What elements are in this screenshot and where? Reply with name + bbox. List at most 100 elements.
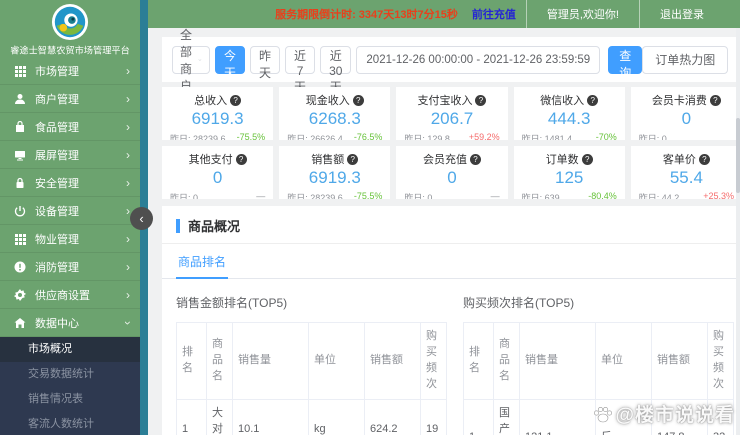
stat-yesterday: 昨日: 26626.4 <box>287 134 343 140</box>
recharge-link[interactable]: 前往充值 <box>472 6 516 22</box>
sidebar-item-label: 物业管理 <box>35 233 79 246</box>
sidebar-item-label: 消防管理 <box>35 261 79 274</box>
filter-bar: 全部商户 今天 昨天 近7天 近30天 2021-12-26 00:00:00 … <box>162 28 738 94</box>
home-icon <box>14 317 26 329</box>
submenu-item-market-overview[interactable]: 市场概况 <box>0 337 140 362</box>
stat-yesterday: 昨日: 0 <box>170 193 199 199</box>
stat-label: 现金收入 <box>305 95 350 107</box>
sidebar-item-label: 市场管理 <box>35 65 79 78</box>
stat-label: 会员充值 <box>422 154 467 166</box>
stat-card-wechat-income: 微信收入? 444.3 昨日: 1481.4 -70% <box>513 87 625 140</box>
stat-yesterday: 昨日: 0 <box>638 134 667 140</box>
submenu-item-transaction-stats[interactable]: 交易数据统计 <box>0 362 140 387</box>
sales-amount-ranking-block: 销售金额排名(TOP5) 排名 商品名 销售量 单位 销售额 购买频次 1 大对… <box>176 291 447 435</box>
sidebar-item-market[interactable]: 市场管理 › <box>0 57 140 85</box>
tab-goods-ranking[interactable]: 商品排名 <box>176 244 229 279</box>
stat-value: 0 <box>447 168 457 187</box>
chevron-down-icon: › <box>121 320 135 325</box>
col-rank: 排名 <box>176 322 207 400</box>
sidebar-item-security[interactable]: 安全管理 › <box>0 169 140 197</box>
section-title: 商品概况 <box>188 219 241 234</box>
stats-grid: 总收入? 6919.3 昨日: 28239.6 -75.5% 现金收入? 6268… <box>162 87 740 199</box>
chevron-right-icon: › <box>126 175 130 190</box>
service-countdown: 服务期限倒计时: 3347天13时7分15秒 <box>275 9 458 21</box>
help-icon[interactable]: ? <box>709 95 721 106</box>
stat-card-member-recharge: 会员充值? 0 昨日: 0 — <box>396 146 508 199</box>
sidebar-item-property[interactable]: 物业管理 › <box>0 225 140 253</box>
lock-icon <box>14 177 26 189</box>
sidebar-item-supplier[interactable]: 供应商设置 › <box>0 281 140 309</box>
quick-range-30days[interactable]: 近30天 <box>320 45 352 94</box>
help-icon[interactable]: ? <box>235 154 247 165</box>
watermark-text: @楼市说说看 <box>615 405 735 426</box>
quick-range-yesterday[interactable]: 昨天 <box>250 45 281 80</box>
stat-value: 125 <box>555 168 584 187</box>
table-row: 1 大对虾 10.1 kg 624.2 19 <box>176 398 447 435</box>
power-icon <box>14 205 26 217</box>
stat-delta: — <box>256 191 266 199</box>
help-icon[interactable]: ? <box>698 154 710 165</box>
sidebar-item-datacenter[interactable]: 数据中心 › <box>0 309 140 337</box>
stat-yesterday: 昨日: 639 <box>521 193 560 199</box>
stat-card-order-count: 订单数? 125 昨日: 639 -80.4% <box>513 146 625 199</box>
col-product: 商品名 <box>493 322 520 400</box>
stat-card-cash-income: 现金收入? 6268.3 昨日: 26626.4 -76.5% <box>279 87 391 140</box>
stat-yesterday: 昨日: 129.8 <box>404 134 450 140</box>
stat-value: 206.7 <box>430 109 474 128</box>
sidebar-item-label: 数据中心 <box>35 317 79 330</box>
col-unit: 单位 <box>308 322 365 400</box>
stat-yesterday: 昨日: 28239.6 <box>287 193 343 199</box>
chevron-right-icon: › <box>126 119 130 134</box>
sidebar-item-screen[interactable]: 展屏管理 › <box>0 141 140 169</box>
chevron-right-icon: › <box>126 147 130 162</box>
submenu-item-sales-report[interactable]: 销售情况表 <box>0 387 140 412</box>
stat-yesterday: 昨日: 0 <box>404 193 433 199</box>
stat-delta: — <box>490 191 500 199</box>
chevron-right-icon: › <box>126 91 130 106</box>
sidebar: 睿途士智慧农贸市场管理平台 市场管理 › 商户管理 › 食品管理 › 展屏管理 … <box>0 0 140 435</box>
col-unit: 单位 <box>595 322 652 400</box>
quick-range-7days[interactable]: 近7天 <box>285 45 316 94</box>
user-icon <box>14 93 26 105</box>
stat-label: 会员卡消费 <box>651 95 707 107</box>
sidebar-item-food[interactable]: 食品管理 › <box>0 113 140 141</box>
stat-value: 55.4 <box>669 168 703 187</box>
table-title: 销售金额排名(TOP5) <box>176 296 288 310</box>
sidebar-item-device[interactable]: 设备管理 › <box>0 197 140 225</box>
stat-card-alipay-income: 支付宝收入? 206.7 昨日: 129.8 +59.2% <box>396 87 508 140</box>
logout-button[interactable]: 退出登录 <box>639 0 724 28</box>
stat-label: 支付宝收入 <box>417 95 473 107</box>
help-icon[interactable]: ? <box>469 154 481 165</box>
gear-icon <box>14 288 26 301</box>
goods-tab-row: 商品排名 <box>162 244 738 279</box>
submenu-item-visitor-stats[interactable]: 客流人数统计 <box>0 412 140 435</box>
help-icon[interactable]: ? <box>347 154 359 165</box>
help-icon[interactable]: ? <box>230 95 242 106</box>
quick-range-today[interactable]: 今天 <box>215 45 246 80</box>
stat-yesterday: 昨日: 44.2 <box>638 193 680 199</box>
sidebar-item-fire[interactable]: 消防管理 › <box>0 253 140 281</box>
stat-value: 6919.3 <box>308 168 361 187</box>
order-heatmap-button[interactable]: 订单热力图 <box>642 45 729 74</box>
sidebar-item-merchant[interactable]: 商户管理 › <box>0 85 140 113</box>
stat-delta: -70% <box>595 132 617 140</box>
chevron-right-icon: › <box>126 63 130 78</box>
sidebar-item-label: 供应商设置 <box>35 289 90 302</box>
stat-label: 总收入 <box>194 95 228 107</box>
stat-yesterday: 昨日: 28239.6 <box>170 134 226 140</box>
sidebar-collapse-button[interactable]: ‹ <box>130 207 153 230</box>
scrollbar-thumb[interactable] <box>736 118 740 193</box>
help-icon[interactable]: ? <box>352 95 364 106</box>
help-icon[interactable]: ? <box>587 95 599 106</box>
col-product: 商品名 <box>206 322 233 400</box>
sales-amount-ranking-table: 排名 商品名 销售量 单位 销售额 购买频次 1 大对虾 10.1 kg 624… <box>176 322 447 435</box>
chevron-right-icon: › <box>126 231 130 246</box>
brand-area: 睿途士智慧农贸市场管理平台 <box>0 0 140 57</box>
search-button[interactable]: 查询 <box>608 45 643 80</box>
merchant-select[interactable]: 全部商户 <box>172 28 211 93</box>
merchant-select-value: 全部商户 <box>180 28 193 93</box>
date-range-input[interactable]: 2021-12-26 00:00:00 - 2021-12-26 23:59:5… <box>356 45 601 74</box>
col-rank: 排名 <box>463 322 494 400</box>
help-icon[interactable]: ? <box>475 95 487 106</box>
help-icon[interactable]: ? <box>581 154 593 165</box>
